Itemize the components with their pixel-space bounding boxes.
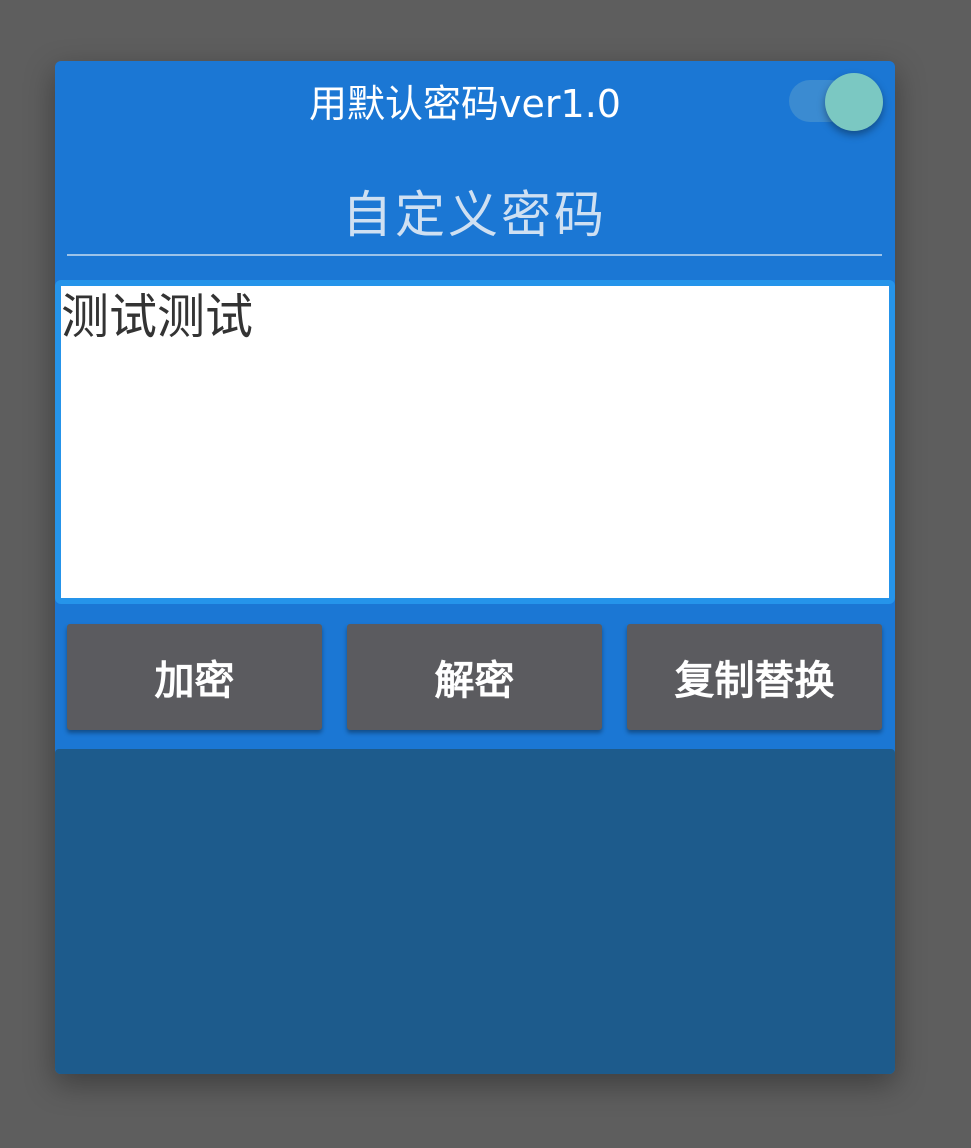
default-password-toggle[interactable] (789, 73, 883, 131)
text-input-frame: 测试测试 (55, 280, 895, 604)
encrypt-button[interactable]: 加密 (67, 624, 322, 730)
app-title: 用默认密码ver1.0 (309, 82, 621, 126)
toggle-knob[interactable] (825, 73, 883, 131)
decrypt-button[interactable]: 解密 (347, 624, 602, 730)
result-panel (55, 749, 895, 1074)
text-input[interactable]: 测试测试 (61, 286, 889, 598)
main-card: 用默认密码ver1.0 测试测试 加密 解密 复制替换 (55, 61, 895, 1074)
copy-replace-button[interactable]: 复制替换 (627, 624, 882, 730)
custom-password-input[interactable] (67, 176, 882, 256)
